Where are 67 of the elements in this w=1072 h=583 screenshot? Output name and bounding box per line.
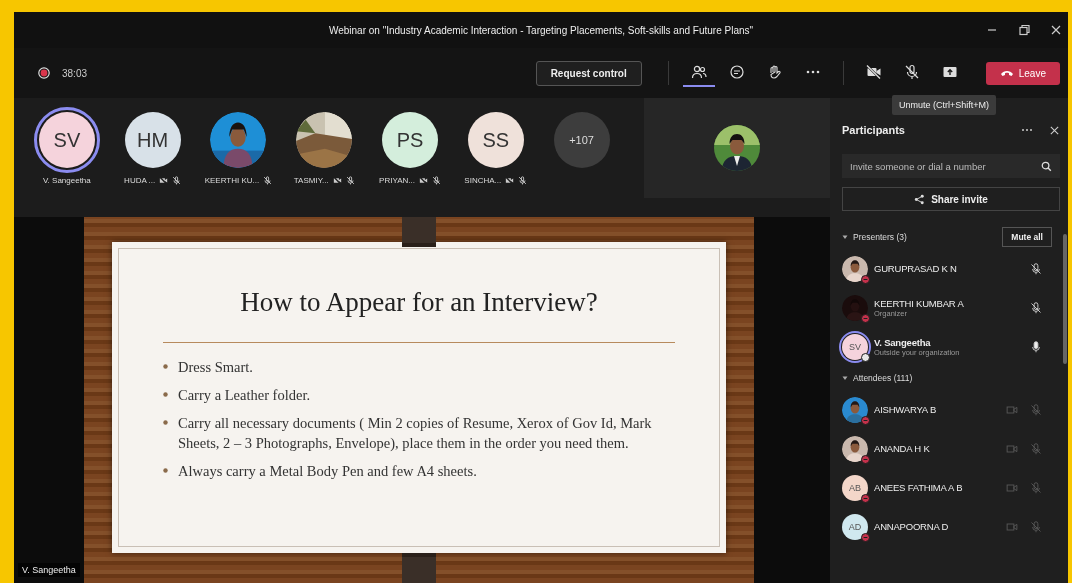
avatar: HM xyxy=(124,112,181,168)
slide-bullet: Dress Smart. xyxy=(178,358,253,377)
mic-off-icon xyxy=(1030,481,1042,494)
mic-off-icon xyxy=(903,64,920,80)
search-field[interactable]: Invite someone or dial a number xyxy=(842,154,1060,178)
mic-off-icon[interactable] xyxy=(1030,262,1042,275)
avatar: PS xyxy=(382,112,438,168)
participant-name: PRIYAN... xyxy=(379,176,415,185)
bullet-icon xyxy=(163,420,168,425)
leave-button[interactable]: Leave xyxy=(985,61,1060,85)
phone-icon xyxy=(999,69,1014,77)
slide-bullet: Carry a Leather folder. xyxy=(178,386,311,405)
mic-icon[interactable] xyxy=(1030,340,1042,353)
search-icon[interactable] xyxy=(1041,161,1052,172)
slide-bullet: Always carry a Metal Body Pen and few A4 sheets. xyxy=(178,462,477,481)
camera-off-icon xyxy=(1006,481,1018,494)
participant-name: HUDA ... xyxy=(124,176,156,185)
camera-off-icon xyxy=(1006,442,1018,455)
participant-name: GURUPRASAD K N xyxy=(874,263,958,274)
participant-name: AISHWARYA B xyxy=(874,404,938,415)
slide-bullet: Carry all necessary documents ( Min 2 copies of Resume, Xerox of Gov Id, Mark Sheets, 2 – 3 Photographs, Envelope), place them in the order you need them. xyxy=(178,414,653,453)
request-control-button[interactable]: Request control xyxy=(535,60,642,86)
section-toggle[interactable]: Attendees (111) xyxy=(842,373,913,383)
chevron-icon xyxy=(842,234,848,240)
presenter-name-label: V. Sangeetha xyxy=(18,563,80,577)
participant-name: TASMIY... xyxy=(293,176,329,185)
clip-drawing xyxy=(402,217,436,247)
participant-name: ANNAPOORNA D xyxy=(874,521,950,532)
more-participants-button[interactable]: +107 xyxy=(553,112,610,168)
participant-name: KEERTHI KUMBAR A xyxy=(874,297,965,309)
avatar: AB xyxy=(842,474,868,501)
participant-name: V. Sangeetha xyxy=(874,336,932,348)
window-title: Webinar on "Industry Academic Interaction - Targeting Placements, Soft-skills and Future Plans" xyxy=(328,24,754,36)
bullet-icon xyxy=(163,364,168,369)
participant-name: KEERTHI KU... xyxy=(204,176,260,185)
mic-off-icon[interactable] xyxy=(1030,301,1042,314)
panel-title: Participants xyxy=(842,124,906,136)
bullet-icon xyxy=(163,392,168,397)
people-icon xyxy=(690,64,707,80)
mic-off-icon xyxy=(1030,403,1042,416)
close-icon[interactable] xyxy=(1049,124,1060,136)
share-invite-button[interactable]: Share invite xyxy=(842,187,1060,211)
close-icon[interactable] xyxy=(1050,24,1062,36)
mute-all-button[interactable]: Mute all xyxy=(1002,227,1052,247)
restore-icon[interactable] xyxy=(1018,24,1030,36)
mic-off-icon xyxy=(1030,520,1042,533)
participant-name: SINCHA... xyxy=(464,176,502,185)
clip-drawing xyxy=(402,553,436,583)
mic-off-icon xyxy=(1030,442,1042,455)
meeting-timer: 38:03 xyxy=(62,67,88,79)
bullet-icon xyxy=(163,468,168,473)
camera-off-icon xyxy=(1006,520,1018,533)
avatar: AD xyxy=(842,513,868,540)
participant-name: ANANDA H K xyxy=(874,443,931,454)
section-toggle[interactable]: Presenters (3) xyxy=(842,232,907,242)
tooltip: Unmute (Ctrl+Shift+M) xyxy=(892,95,997,115)
share-icon xyxy=(914,193,926,205)
avatar: SV xyxy=(842,333,868,360)
participant-name: ANEES FATHIMA A B xyxy=(874,482,964,493)
participant-name: V. Sangeetha xyxy=(43,176,91,185)
slide-title: How to Appear for an Interview? xyxy=(239,287,599,318)
camera-off-icon xyxy=(1006,403,1018,416)
share-screen-icon xyxy=(941,64,958,80)
chat-icon xyxy=(728,64,745,80)
avatar: SS xyxy=(467,112,524,168)
camera-off-icon xyxy=(865,64,882,80)
chevron-icon xyxy=(842,375,848,381)
